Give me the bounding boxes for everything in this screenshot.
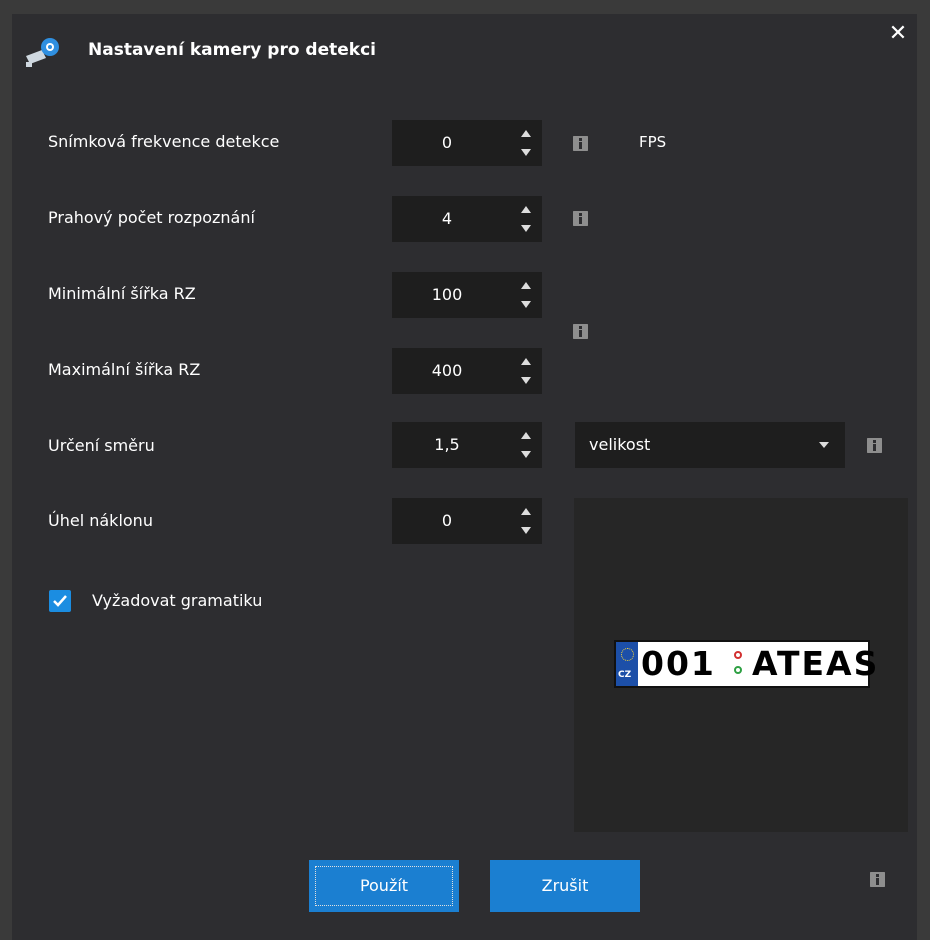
info-icon[interactable] bbox=[573, 211, 588, 226]
spin-arrows-icon[interactable] bbox=[520, 506, 532, 536]
spin-arrows-icon[interactable] bbox=[520, 430, 532, 460]
spin-arrows-icon[interactable] bbox=[520, 280, 532, 310]
spin-arrows-icon[interactable] bbox=[520, 204, 532, 234]
info-icon[interactable] bbox=[867, 438, 882, 453]
grammar-checkbox[interactable] bbox=[49, 590, 71, 612]
apply-button[interactable]: Použít bbox=[309, 860, 459, 912]
direction-spinbox[interactable]: 1,5 bbox=[392, 422, 542, 468]
grammar-label[interactable]: Vyžadovat gramatiku bbox=[92, 591, 262, 610]
info-icon[interactable] bbox=[870, 872, 885, 887]
dialog-title: Nastavení kamery pro detekci bbox=[88, 40, 376, 60]
info-icon[interactable] bbox=[573, 136, 588, 151]
max-width-value[interactable]: 400 bbox=[392, 348, 502, 394]
tilt-value[interactable]: 0 bbox=[392, 498, 502, 544]
tilt-spinbox[interactable]: 0 bbox=[392, 498, 542, 544]
plate-preview-panel: CZ 001 ATEAS bbox=[574, 498, 908, 832]
threshold-label: Prahový počet rozpoznání bbox=[48, 208, 255, 227]
eu-stars-icon bbox=[621, 648, 634, 661]
close-button[interactable]: ✕ bbox=[884, 20, 912, 48]
plate-right-text: ATEAS bbox=[752, 644, 880, 683]
fps-value[interactable]: 0 bbox=[392, 120, 502, 166]
inspection-seal-green-icon bbox=[734, 666, 742, 674]
license-plate-preview: CZ 001 ATEAS bbox=[614, 640, 877, 688]
fps-label: Snímková frekvence detekce bbox=[48, 132, 280, 151]
inspection-seal-red-icon bbox=[734, 651, 742, 659]
info-icon[interactable] bbox=[573, 324, 588, 339]
threshold-spinbox[interactable]: 4 bbox=[392, 196, 542, 242]
title-bar: Nastavení kamery pro detekci ✕ bbox=[12, 14, 917, 84]
close-icon: ✕ bbox=[888, 21, 908, 46]
cancel-button-label: Zrušit bbox=[541, 876, 589, 895]
min-width-label: Minimální šířka RZ bbox=[48, 284, 196, 303]
min-width-value[interactable]: 100 bbox=[392, 272, 502, 318]
min-width-spinbox[interactable]: 100 bbox=[392, 272, 542, 318]
eu-band: CZ bbox=[616, 642, 638, 686]
spin-arrows-icon[interactable] bbox=[520, 356, 532, 386]
fps-spinbox[interactable]: 0 bbox=[392, 120, 542, 166]
spin-arrows-icon[interactable] bbox=[520, 128, 532, 158]
direction-value[interactable]: 1,5 bbox=[392, 422, 502, 468]
direction-mode-value: velikost bbox=[589, 435, 651, 454]
chevron-down-icon bbox=[819, 442, 829, 448]
tilt-label: Úhel náklonu bbox=[48, 511, 153, 530]
camera-detection-settings-dialog: Nastavení kamery pro detekci ✕ Snímková … bbox=[12, 14, 917, 940]
max-width-label: Maximální šířka RZ bbox=[48, 360, 201, 379]
camera-settings-icon bbox=[26, 38, 59, 67]
threshold-value[interactable]: 4 bbox=[392, 196, 502, 242]
direction-mode-dropdown[interactable]: velikost bbox=[575, 422, 845, 468]
fps-unit: FPS bbox=[639, 133, 667, 151]
checkmark-icon bbox=[53, 595, 67, 607]
max-width-spinbox[interactable]: 400 bbox=[392, 348, 542, 394]
plate-left-text: 001 bbox=[641, 644, 716, 683]
plate-country: CZ bbox=[618, 670, 632, 680]
cancel-button[interactable]: Zrušit bbox=[490, 860, 640, 912]
focus-rectangle bbox=[315, 866, 453, 906]
direction-label: Určení směru bbox=[48, 436, 155, 455]
